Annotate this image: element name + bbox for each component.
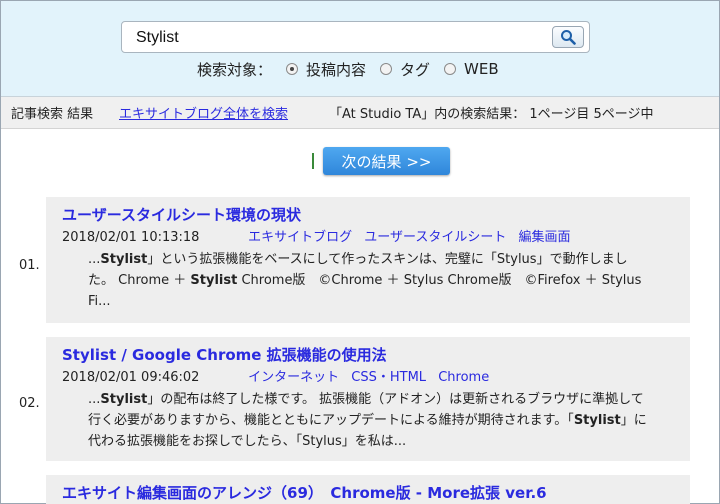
- search-box: [121, 21, 590, 53]
- next-results-button[interactable]: 次の結果 >>: [323, 147, 450, 175]
- category-link[interactable]: CSS・HTML: [351, 370, 426, 385]
- radio-web[interactable]: [444, 63, 457, 75]
- category-link[interactable]: 編集画面: [519, 230, 571, 245]
- search-area: 検索対象： 投稿内容 タグ WEB: [1, 1, 719, 97]
- excerpt-text: ...Stylist」の配布は終了した様です。 拡張機能（アドオン）は更新される…: [88, 392, 647, 449]
- result-bar: 記事検索 結果 エキサイトブログ全体を検索 「At Studio TA」内の検索…: [1, 97, 719, 129]
- search-target-label: 検索対象：: [197, 60, 273, 79]
- entry-number: 01.: [19, 258, 40, 273]
- entry-card: エキサイト編集画面のアレンジ（69） Chrome版 - More拡張 ver.…: [46, 475, 690, 504]
- entry-title-link[interactable]: エキサイト編集画面のアレンジ（69） Chrome版 - More拡張 ver.…: [62, 483, 674, 503]
- entry-title-link[interactable]: ユーザースタイルシート環境の現状: [62, 205, 674, 225]
- radio-tag-label: タグ: [400, 60, 431, 79]
- highlighted-term: Stylist: [190, 273, 238, 288]
- divider: [312, 153, 314, 169]
- search-target-group: 検索対象： 投稿内容 タグ WEB: [197, 59, 499, 79]
- highlighted-term: Stylist: [573, 413, 621, 428]
- category-link[interactable]: ユーザースタイルシート: [364, 230, 506, 245]
- entry-card: Stylist / Google Chrome 拡張機能の使用法 2018/02…: [46, 337, 690, 461]
- entry-number: 02.: [19, 396, 40, 411]
- result-summary: 「At Studio TA」内の検索結果： 1ページ目 5ページ中: [329, 107, 654, 122]
- result-label: 記事検索 結果: [11, 107, 94, 122]
- highlighted-term: Stylist: [100, 392, 148, 407]
- category-link[interactable]: Chrome: [438, 370, 489, 385]
- search-icon: [561, 30, 576, 45]
- highlighted-term: Stylist: [100, 252, 148, 267]
- category-link[interactable]: エキサイトブログ: [248, 230, 352, 245]
- category-link[interactable]: インターネット: [248, 370, 339, 385]
- entry-date: 2018/02/01 10:13:18: [62, 230, 200, 245]
- excerpt-text: ...Stylist」という拡張機能をベースにして作ったスキンは、完璧に「Sty…: [88, 252, 642, 309]
- search-button[interactable]: [552, 26, 584, 48]
- search-input[interactable]: [136, 27, 536, 49]
- pagination: 次の結果 >>: [1, 147, 719, 177]
- radio-content-label: 投稿内容: [306, 60, 367, 79]
- entry-title-link[interactable]: Stylist / Google Chrome 拡張機能の使用法: [62, 345, 674, 365]
- entry-meta: 2018/02/01 10:13:18 エキサイトブログ ユーザースタイルシート…: [62, 229, 674, 247]
- entry-excerpt: ...Stylist」という拡張機能をベースにして作ったスキンは、完璧に「Sty…: [62, 249, 674, 312]
- search-all-link[interactable]: エキサイトブログ全体を検索: [119, 103, 288, 122]
- entry-date: 2018/02/01 09:46:02: [62, 370, 200, 385]
- entry-card: ユーザースタイルシート環境の現状 2018/02/01 10:13:18 エキサ…: [46, 197, 690, 323]
- radio-tag[interactable]: [380, 63, 393, 75]
- entry-excerpt: ...Stylist」の配布は終了した様です。 拡張機能（アドオン）は更新される…: [62, 389, 674, 452]
- entry-meta: 2018/02/01 09:46:02 インターネット CSS・HTML Chr…: [62, 369, 674, 387]
- radio-content[interactable]: [286, 63, 299, 75]
- radio-web-label: WEB: [464, 60, 499, 78]
